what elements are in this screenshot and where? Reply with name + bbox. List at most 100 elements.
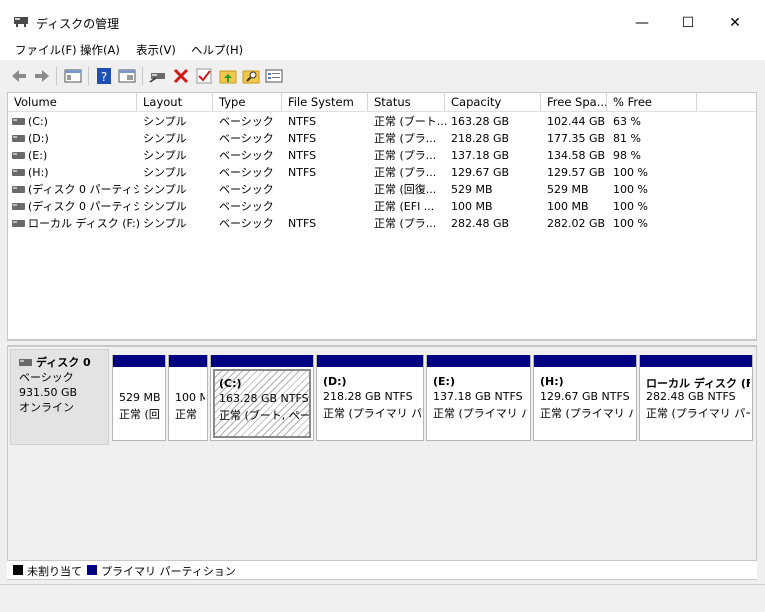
partition-status: 正常 (プライマリ パー [323,407,421,420]
partition-body: (H:) 129.67 GB NTFS 正常 (プライマリ パ- [536,369,634,438]
cell-file-system: NTFS [288,132,317,145]
cell-percent-free: 100 % [613,183,648,196]
search-icon[interactable] [241,66,261,86]
column-header-type[interactable]: Type [213,93,282,111]
partition-size: 529 MB [119,391,161,404]
volume-row[interactable]: (ディスク 0 パーティシ... シンプル ベーシック 正常 (EFI ... 100 … [8,198,756,215]
connect-icon[interactable] [148,66,168,86]
column-header-layout[interactable]: Layout [137,93,213,111]
cell-capacity: 218.28 GB [451,132,510,145]
partition-status: 正常 (プライマリ パ- [540,407,634,420]
cell-file-system: NTFS [288,149,317,162]
partition-body: (E:) 137.18 GB NTFS 正常 (プライマリ パ- [429,369,528,438]
column-header-volume[interactable]: Volume [8,93,137,111]
cell-percent-free: 63 % [613,115,641,128]
back-arrow-icon[interactable] [9,66,29,86]
partition-type-bar [534,355,636,367]
volume-row[interactable]: (ディスク 0 パーティシ... シンプル ベーシック 正常 (回復... 529 MB… [8,181,756,198]
cell-type: ベーシック [219,115,274,128]
partition-block[interactable]: 529 MB 正常 (回 [112,355,166,441]
cell-free-space: 102.44 GB [547,115,606,128]
volume-row[interactable]: (D:) シンプル ベーシック NTFS 正常 (プラ... 218.28 GB 177.3… [8,130,756,147]
column-header-capacity[interactable]: Capacity [445,93,541,111]
legend-swatch-primary [87,565,97,575]
forward-arrow-icon[interactable] [32,66,52,86]
cell-type: ベーシック [219,183,274,196]
partition-size: 163.28 GB NTFS [219,392,309,405]
cell-percent-free: 100 % [613,200,648,213]
help-icon[interactable]: ? [94,66,114,86]
maximize-button[interactable]: ☐ [665,8,711,38]
cell-status: 正常 (プラ... [374,217,437,230]
minimize-button[interactable]: — [619,8,665,38]
partition-title: (C:) [219,377,242,390]
drive-icon [12,220,25,227]
toolbar-separator [142,67,143,85]
partition-block[interactable]: 100 M 正常 [168,355,208,441]
partition-type-bar [113,355,165,367]
cell-capacity: 129.67 GB [451,166,510,179]
delete-icon[interactable] [171,66,191,86]
cell-type: ベーシック [219,217,274,230]
disk-icon [19,359,32,366]
cell-status: 正常 (EFI ... [374,200,435,213]
volume-row[interactable]: (E:) シンプル ベーシック NTFS 正常 (プラ... 137.18 GB 134.5… [8,147,756,164]
close-button[interactable]: ✕ [712,8,758,38]
menu-view[interactable]: 表示(V) [136,42,176,58]
cell-type: ベーシック [219,132,274,145]
partition-type-bar [211,355,313,367]
partition-title: ローカル ディスク (F:) [646,377,750,390]
cell-volume: (ディスク 0 パーティシ... [28,183,139,196]
menu-action[interactable]: 操作(A) [80,42,120,58]
menu-help[interactable]: ヘルプ(H) [191,42,243,58]
partition-body: ローカル ディスク (F:)282.48 GB NTFS 正常 (プライマリ パー… [642,369,750,438]
partition-block[interactable]: ローカル ディスク (F:)282.48 GB NTFS 正常 (プライマリ パー… [639,355,753,441]
disk-0-info[interactable]: ディスク 0 ベーシック 931.50 GB オンライン [10,349,109,445]
partition-block[interactable]: (E:) 137.18 GB NTFS 正常 (プライマリ パ- [426,355,531,441]
window-title: ディスクの管理 [36,17,120,31]
partition-title: (E:) [433,375,455,388]
partition-size: 137.18 GB NTFS [433,390,523,403]
cell-status: 正常 (ブート... [374,115,447,128]
cell-layout: シンプル [143,200,187,213]
toolbar: ? [0,62,765,90]
volume-list[interactable]: Volume Layout Type File System Status Ca… [7,92,757,340]
partition-block[interactable]: (H:) 129.67 GB NTFS 正常 (プライマリ パ- [533,355,637,441]
volume-row[interactable]: (C:) シンプル ベーシック NTFS 正常 (ブート... 163.28 GB 102.… [8,113,756,130]
folder-up-icon[interactable] [218,66,238,86]
legend-unallocated: 未割り当て [27,565,82,578]
check-icon[interactable] [194,66,214,86]
drive-icon [12,118,25,125]
cell-free-space: 529 MB [547,183,589,196]
volume-row[interactable]: (H:) シンプル ベーシック NTFS 正常 (プラ... 129.67 GB 129.5… [8,164,756,181]
legend-primary: プライマリ パーティション [101,565,236,578]
partition-type-bar [427,355,530,367]
partition-block[interactable]: (C:) 163.28 GB NTFS 正常 (ブート, ページ [210,355,314,441]
cell-free-space: 100 MB [547,200,589,213]
partition-status: 正常 (ブート, ページ [219,409,311,422]
volume-row[interactable]: ローカル ディスク (F:) シンプル ベーシック NTFS 正常 (プラ... 282.… [8,215,756,232]
partition-body: (C:) 163.28 GB NTFS 正常 (ブート, ページ [213,369,311,438]
console-tree-icon[interactable] [63,66,83,86]
menu-file[interactable]: ファイル(F) [15,42,77,58]
cell-file-system [288,181,370,198]
properties-icon[interactable] [117,66,137,86]
cell-capacity: 163.28 GB [451,115,510,128]
column-header-percent-free[interactable]: % Free [607,93,697,111]
partition-title: (H:) [540,375,564,388]
partition-block[interactable]: (D:) 218.28 GB NTFS 正常 (プライマリ パー [316,355,424,441]
partition-type-bar [317,355,423,367]
partition-body: 529 MB 正常 (回 [115,369,163,438]
column-header-free-space[interactable]: Free Spa... [541,93,607,111]
cell-free-space: 282.02 GB [547,217,606,230]
cell-layout: シンプル [143,166,187,179]
partition-status: 正常 (回 [119,408,160,421]
column-header-status[interactable]: Status [368,93,445,111]
cell-file-system: NTFS [288,166,317,179]
drive-icon [12,152,25,159]
menu-bar: ファイル(F) 操作(A) 表示(V) ヘルプ(H) [0,40,765,60]
list-icon[interactable] [264,66,284,86]
partition-size: 129.67 GB NTFS [540,390,630,403]
column-header-file-system[interactable]: File System [282,93,368,111]
cell-percent-free: 98 % [613,149,641,162]
